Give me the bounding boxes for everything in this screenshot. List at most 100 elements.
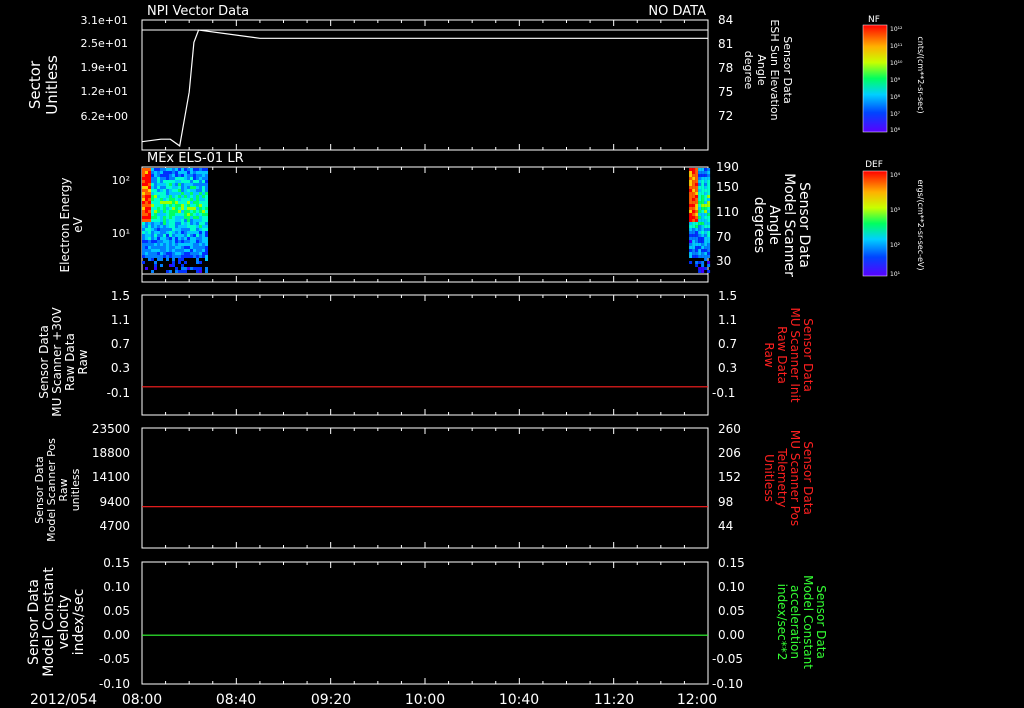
spectrogram-cell <box>166 222 169 225</box>
spectrogram-cell <box>190 249 193 252</box>
spectrogram-cell <box>196 225 199 228</box>
spectrogram-cell <box>181 246 184 249</box>
spectrogram-cell <box>193 234 196 237</box>
spectrogram-cell <box>199 210 202 213</box>
spectrogram-cell <box>199 186 202 189</box>
spectrogram-cell <box>148 171 151 174</box>
spectrogram-cell <box>148 189 151 192</box>
spectrogram-cell <box>181 192 184 195</box>
spectrogram-cell <box>199 177 202 180</box>
spectrogram-cell <box>145 171 148 174</box>
spectrogram-cell <box>172 195 175 198</box>
spectrogram-cell <box>145 252 148 255</box>
spectrogram-cell <box>692 240 696 243</box>
spectrogram-cell <box>151 234 154 237</box>
spectrogram-cell <box>205 180 208 183</box>
nf-colorbar-label: NF <box>868 15 880 25</box>
spectrogram-cell <box>707 252 711 255</box>
spectrogram-cell <box>184 234 187 237</box>
spectrogram-cell <box>178 258 181 261</box>
spectrogram-cell <box>701 243 705 246</box>
spectrogram-cell <box>163 243 166 246</box>
p4-right-ylabel: Unitless <box>762 454 776 502</box>
spectrogram-cell <box>151 192 154 195</box>
p3-right-ylabel: MU Scanner Init <box>788 307 802 402</box>
spectrogram-cell <box>187 267 190 270</box>
spectrogram-cell <box>166 252 169 255</box>
spectrogram-cell <box>187 234 190 237</box>
spectrogram-cell <box>199 168 202 171</box>
spectrogram-cell <box>181 258 184 261</box>
spectrogram-cell <box>145 180 148 183</box>
spectrogram-cell <box>701 246 705 249</box>
spectrogram-cell <box>175 198 178 201</box>
p2-right-tick: 30 <box>716 254 731 268</box>
spectrogram-cell <box>160 168 163 171</box>
spectrogram-cell <box>157 237 160 240</box>
spectrogram-cell <box>196 204 199 207</box>
nf-tick: 10¹¹ <box>890 43 903 50</box>
spectrogram-cell <box>142 204 145 207</box>
panel-2-title: MEx ELS-01 LR <box>147 151 244 166</box>
spectrogram-cell <box>172 210 175 213</box>
spectrogram-cell <box>202 171 205 174</box>
spectrogram-cell <box>692 168 696 171</box>
spectrogram-cell <box>169 171 172 174</box>
spectrogram-cell <box>166 228 169 231</box>
spectrogram-cell <box>172 186 175 189</box>
spectrogram-cell <box>172 198 175 201</box>
spectrogram-cell <box>193 192 196 195</box>
spectrogram-cell <box>148 216 151 219</box>
spectrogram-cell <box>172 219 175 222</box>
spectrogram-cell <box>160 180 163 183</box>
spectrogram-cell <box>142 249 145 252</box>
spectrogram-cell <box>193 174 196 177</box>
spectrogram-cell <box>187 174 190 177</box>
spectrogram-cell <box>145 216 148 219</box>
spectrogram-cell <box>193 168 196 171</box>
spectrogram-cell <box>689 228 693 231</box>
spectrogram-cell <box>151 243 154 246</box>
spectrogram-cell <box>160 207 163 210</box>
panel-3-frame <box>141 294 709 416</box>
spectrogram-cell <box>202 204 205 207</box>
spectrogram-cell <box>193 249 196 252</box>
spectrogram-cell <box>196 201 199 204</box>
p3-right-ylabel: Sensor Data <box>801 318 815 392</box>
spectrogram-cell <box>175 237 178 240</box>
spectrogram-cell <box>698 219 702 222</box>
spectrogram-cell <box>707 219 711 222</box>
def-tick: 10² <box>890 242 901 249</box>
spectrogram-cell <box>695 225 699 228</box>
spectrogram-cell <box>202 255 205 258</box>
spectrogram-cell <box>142 192 145 195</box>
spectrogram-cell <box>148 207 151 210</box>
spectrogram-cell <box>701 183 705 186</box>
spectrogram-cell <box>199 216 202 219</box>
spectrogram-cell <box>163 198 166 201</box>
spectrogram-cell <box>160 234 163 237</box>
spectrogram-cell <box>698 192 702 195</box>
spectrogram-cell <box>193 255 196 258</box>
spectrogram-cell <box>187 228 190 231</box>
spectrogram-cell <box>181 231 184 234</box>
spectrogram-cell <box>142 198 145 201</box>
spectrogram-cell <box>184 243 187 246</box>
spectrogram-cell <box>695 246 699 249</box>
spectrogram-cell <box>184 168 187 171</box>
spectrogram-cell <box>181 210 184 213</box>
spectrogram-cell <box>707 228 711 231</box>
spectrogram-cell <box>689 225 693 228</box>
p2-left-tick: 10¹ <box>112 227 130 240</box>
spectrogram-cell <box>157 171 160 174</box>
spectrogram-cell <box>178 231 181 234</box>
spectrogram-cell <box>175 210 178 213</box>
spectrogram-cell <box>193 216 196 219</box>
spectrogram-cell <box>199 195 202 198</box>
spectrogram-cell <box>148 219 151 222</box>
spectrogram-cell <box>181 234 184 237</box>
spectrogram-cell <box>166 270 169 273</box>
spectrogram-cell <box>196 261 199 264</box>
spectrogram-cell <box>704 249 708 252</box>
spectrogram-cell <box>190 186 193 189</box>
